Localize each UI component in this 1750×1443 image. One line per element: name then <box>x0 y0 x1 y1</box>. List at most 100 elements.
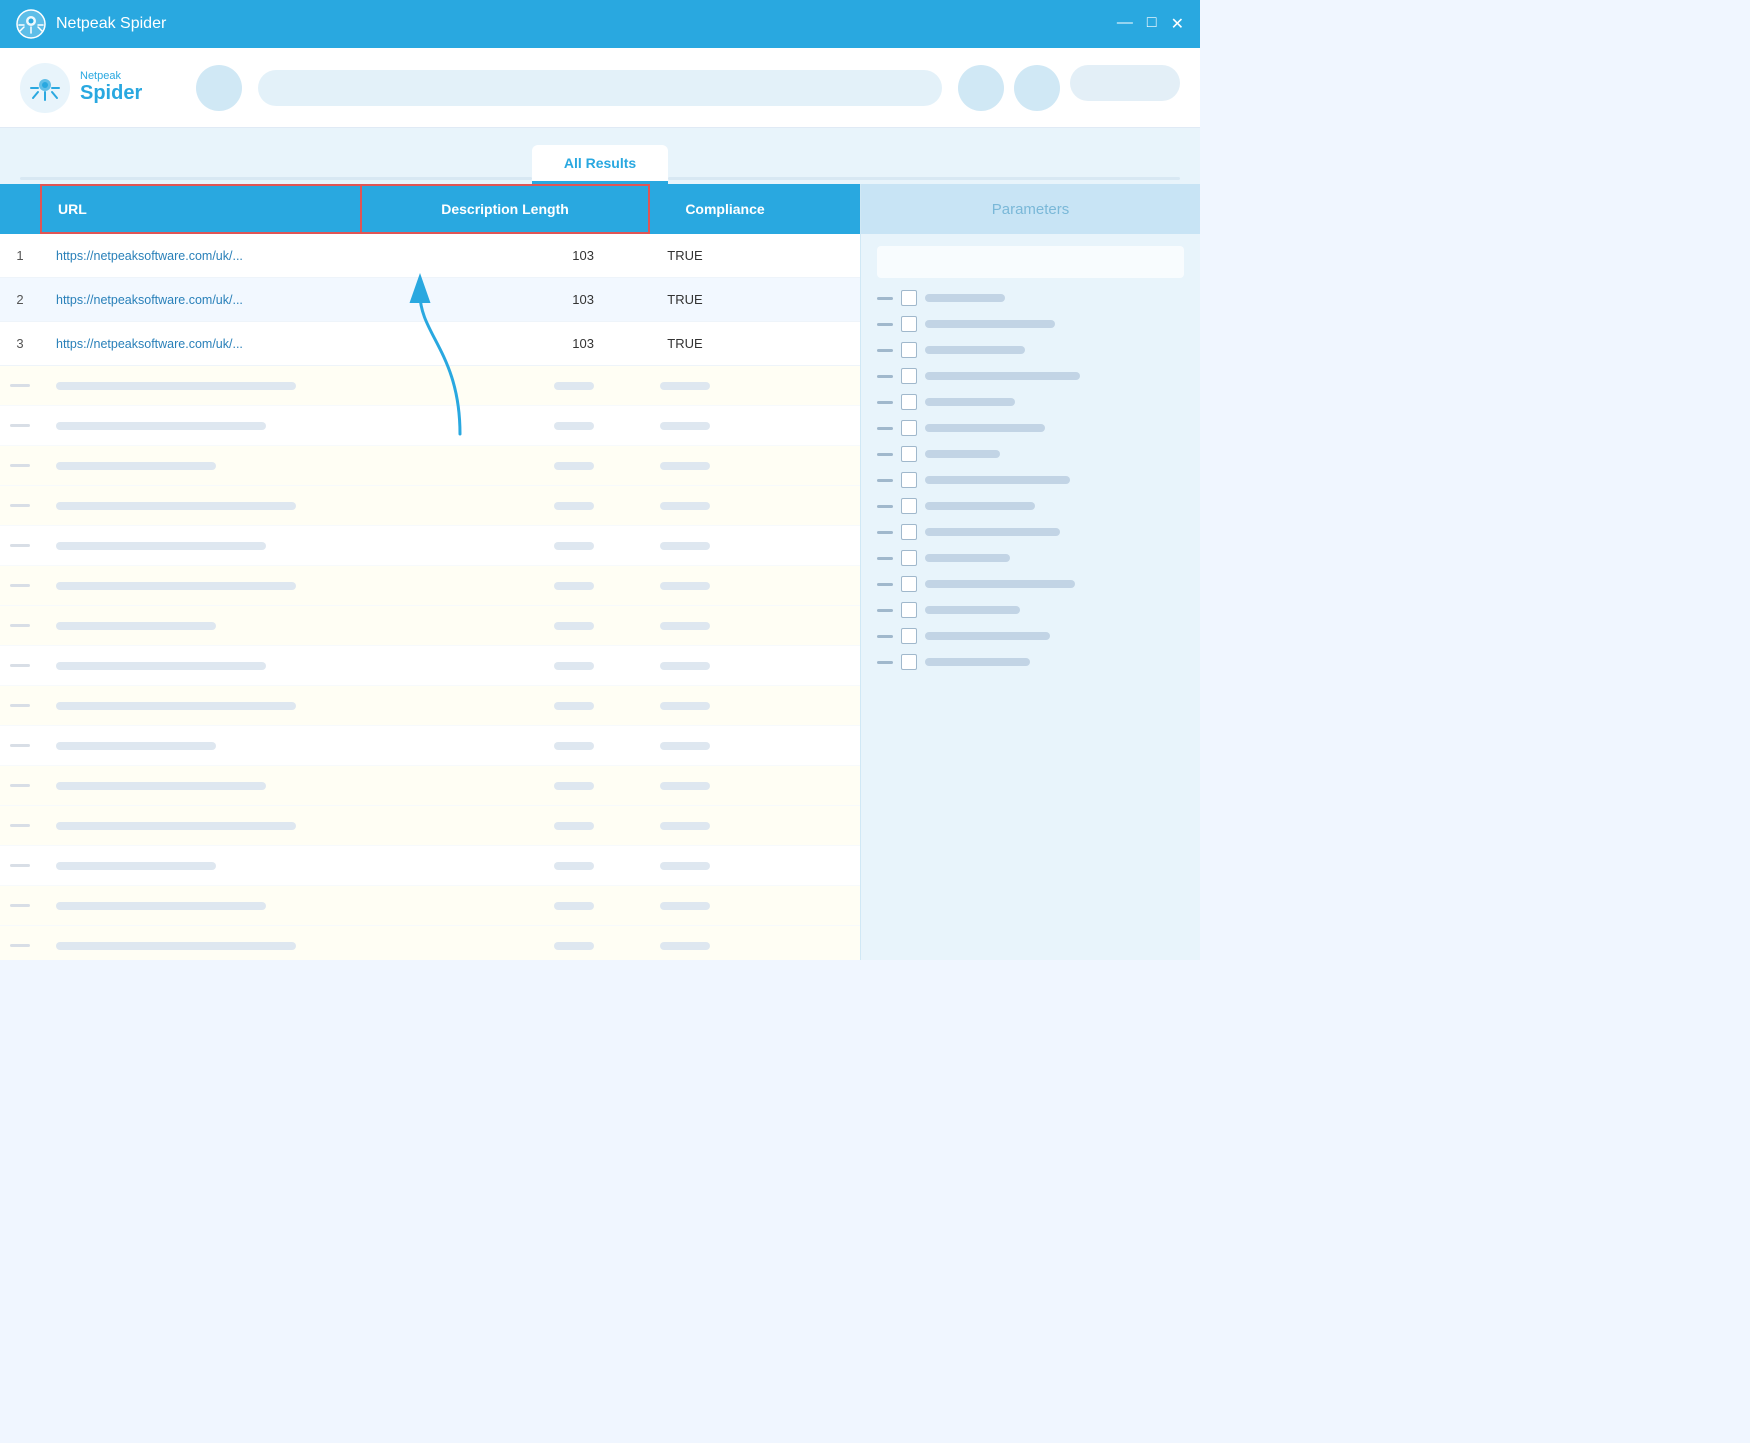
param-label <box>925 398 1015 406</box>
td-url-2[interactable]: https://netpeaksoftware.com/uk/... <box>40 293 320 307</box>
param-checkbox[interactable] <box>901 550 917 566</box>
param-search-bar[interactable] <box>877 246 1184 278</box>
param-item <box>877 290 1184 306</box>
param-checkbox[interactable] <box>901 420 917 436</box>
td-row-num-1: 1 <box>0 248 40 263</box>
param-item <box>877 420 1184 436</box>
param-checkbox[interactable] <box>901 602 917 618</box>
param-dash <box>877 453 893 456</box>
tab-all-results[interactable]: All Results <box>532 145 668 184</box>
param-checkbox[interactable] <box>901 394 917 410</box>
param-checkbox[interactable] <box>901 290 917 306</box>
th-row-num <box>0 184 40 234</box>
param-checkbox[interactable] <box>901 498 917 514</box>
param-checkbox[interactable] <box>901 316 917 332</box>
td-desc-1: 103 <box>320 248 610 263</box>
title-bar-controls[interactable]: — □ ✕ <box>1117 14 1184 34</box>
table-row[interactable]: 3 https://netpeaksoftware.com/uk/... 103… <box>0 322 860 366</box>
blurred-row <box>0 686 860 726</box>
param-dash <box>877 349 893 352</box>
blurred-row <box>0 646 860 686</box>
header-action-btn[interactable] <box>1070 65 1180 101</box>
param-dash <box>877 583 893 586</box>
header-profile-circle[interactable] <box>958 65 1004 111</box>
param-dash <box>877 479 893 482</box>
param-checkbox[interactable] <box>901 342 917 358</box>
param-dash <box>877 557 893 560</box>
header-url-input[interactable] <box>258 70 942 106</box>
blurred-row <box>0 446 860 486</box>
param-checkbox[interactable] <box>901 576 917 592</box>
app-logo-spider: Spider <box>80 82 142 105</box>
blurred-row <box>0 366 860 406</box>
param-dash <box>877 323 893 326</box>
param-label <box>925 580 1075 588</box>
param-dash <box>877 635 893 638</box>
param-item <box>877 628 1184 644</box>
param-item <box>877 472 1184 488</box>
param-dash <box>877 505 893 508</box>
blurred-row <box>0 926 860 960</box>
blurred-row <box>0 486 860 526</box>
header-settings-circle[interactable] <box>1014 65 1060 111</box>
blurred-row <box>0 886 860 926</box>
param-dash <box>877 297 893 300</box>
td-row-num-2: 2 <box>0 292 40 307</box>
th-compliance[interactable]: Compliance <box>650 184 800 234</box>
param-item <box>877 368 1184 384</box>
minimize-button[interactable]: — <box>1117 14 1133 34</box>
param-dash <box>877 427 893 430</box>
param-checkbox[interactable] <box>901 368 917 384</box>
td-url-1[interactable]: https://netpeaksoftware.com/uk/... <box>40 249 320 263</box>
param-item <box>877 550 1184 566</box>
spider-logo <box>20 63 70 113</box>
param-checkbox[interactable] <box>901 446 917 462</box>
blurred-row <box>0 566 860 606</box>
param-item <box>877 498 1184 514</box>
param-item <box>877 654 1184 670</box>
th-url[interactable]: URL <box>40 184 360 234</box>
table-area: URL Description Length Compliance 1 http… <box>0 184 860 960</box>
td-desc-2: 103 <box>320 292 610 307</box>
param-label <box>925 528 1060 536</box>
table-row[interactable]: 2 https://netpeaksoftware.com/uk/... 103… <box>0 278 860 322</box>
param-label <box>925 294 1005 302</box>
blurred-row <box>0 806 860 846</box>
blurred-row <box>0 846 860 886</box>
param-dash <box>877 401 893 404</box>
param-label <box>925 424 1045 432</box>
table-row[interactable]: 1 https://netpeaksoftware.com/uk/... 103… <box>0 234 860 278</box>
app-logo-text: Netpeak Spider <box>80 70 142 105</box>
tabs-bar: All Results <box>0 128 1200 184</box>
parameters-content <box>861 234 1200 692</box>
param-label <box>925 346 1025 354</box>
param-item <box>877 342 1184 358</box>
close-button[interactable]: ✕ <box>1171 14 1184 34</box>
param-checkbox[interactable] <box>901 472 917 488</box>
param-dash <box>877 661 893 664</box>
param-label <box>925 372 1080 380</box>
app-logo-area: Netpeak Spider <box>20 63 180 113</box>
param-label <box>925 320 1055 328</box>
td-compliance-3: TRUE <box>610 336 760 351</box>
table-header: URL Description Length Compliance <box>0 184 860 234</box>
td-desc-3: 103 <box>320 336 610 351</box>
app-header: Netpeak Spider <box>0 48 1200 128</box>
param-checkbox[interactable] <box>901 654 917 670</box>
param-label <box>925 476 1070 484</box>
right-panel: Parameters <box>860 184 1200 960</box>
param-label <box>925 606 1020 614</box>
param-dash <box>877 375 893 378</box>
param-item <box>877 576 1184 592</box>
param-dash <box>877 531 893 534</box>
blurred-row <box>0 406 860 446</box>
param-label <box>925 450 1000 458</box>
param-checkbox[interactable] <box>901 524 917 540</box>
param-label <box>925 502 1035 510</box>
th-desc-length[interactable]: Description Length <box>360 184 650 234</box>
td-url-3[interactable]: https://netpeaksoftware.com/uk/... <box>40 337 320 351</box>
param-checkbox[interactable] <box>901 628 917 644</box>
header-right-controls <box>958 65 1180 111</box>
maximize-button[interactable]: □ <box>1147 14 1157 34</box>
td-compliance-1: TRUE <box>610 248 760 263</box>
